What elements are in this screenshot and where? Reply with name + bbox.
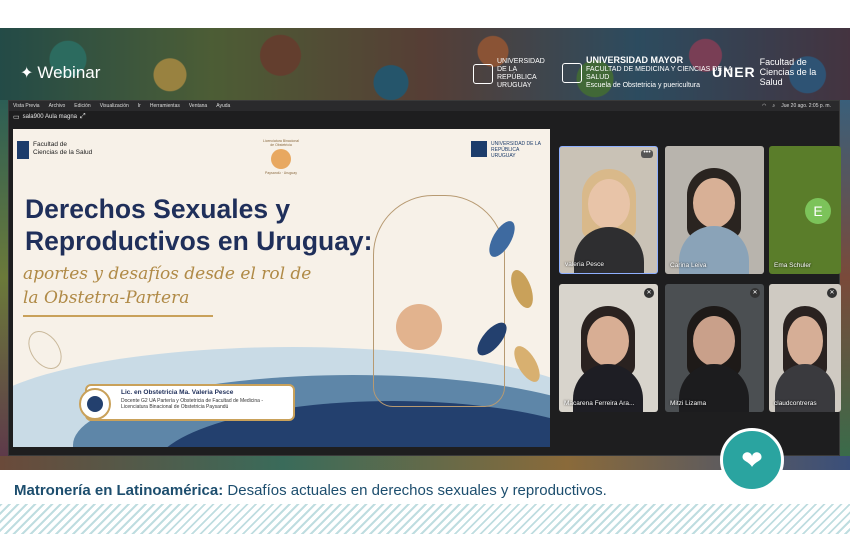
more-options-icon[interactable]: ••• <box>641 149 653 158</box>
participant-tile[interactable]: Carina Leiva <box>665 146 764 274</box>
wifi-icon[interactable]: ◠ <box>762 103 766 109</box>
udelar-crest-icon <box>473 64 493 84</box>
participant-face <box>693 178 735 228</box>
slide-title-line1: Derechos Sexuales y <box>25 194 291 224</box>
clock: Jue 20 ago. 2:05 p. m. <box>781 103 831 109</box>
menu-ir[interactable]: Ir <box>138 103 141 109</box>
uner-faculty: Facultad de Ciencias de la Salud <box>759 57 817 87</box>
menu-ayuda[interactable]: Ayuda <box>216 103 230 109</box>
participant-tile[interactable]: ✕ claudcontreras <box>769 284 841 412</box>
mic-muted-icon: ✕ <box>750 288 760 298</box>
logo-umayor: UNIVERSIDAD MAYOR FACULTAD DE MEDICINA Y… <box>562 56 734 90</box>
zoom-window: Vista Previa Archivo Edición Visualizaci… <box>8 100 841 456</box>
mic-muted-icon: ✕ <box>827 288 837 298</box>
participant-name: claudcontreras <box>774 400 817 407</box>
udelar-seal-icon <box>79 388 111 420</box>
participant-tile[interactable]: E Ema Schuler <box>769 146 841 274</box>
menu-edicion[interactable]: Edición <box>74 103 90 109</box>
slide-header-left: Facultad de Ciencias de la Salud <box>17 141 93 159</box>
uner-logo-icon <box>17 141 29 159</box>
menu-bar: Vista Previa Archivo Edición Visualizaci… <box>9 101 839 111</box>
menu-herramientas[interactable]: Herramientas <box>150 103 180 109</box>
presenter-description: Docente G2 UA Partería y Obstetricia de … <box>121 398 264 410</box>
leaf-outline-icon <box>21 324 69 376</box>
uner-name: UNER <box>712 64 756 80</box>
sparkle-icon: ✦ <box>20 65 34 82</box>
udelar-text: UNIVERSIDAD DE LA REPÚBLICA URUGUAY <box>497 58 545 89</box>
participant-initial-avatar: E <box>805 198 831 224</box>
participant-name: Macarena Ferreira Ara... <box>564 400 635 407</box>
slide-header-left-text: Facultad de Ciencias de la Salud <box>33 141 93 156</box>
side-artwork-left <box>0 100 8 456</box>
mic-muted-icon: ✕ <box>644 288 654 298</box>
menu-archivo[interactable]: Archivo <box>49 103 66 109</box>
slide-header-center-text: Licenciatura Binacional de Obstetricia <box>263 139 299 147</box>
caption-rest: Desafíos actuales en derechos sexuales y… <box>223 482 607 499</box>
presenter-name: Lic. en Obstetricia Ma. Valeria Pesce <box>121 389 234 396</box>
slide-subtitle-line2: la Obstetra-Partera <box>23 288 190 308</box>
participant-tile[interactable]: ✕ Macarena Ferreira Ara... <box>559 284 658 412</box>
caption-text: Matronería en Latinoamérica: Desafíos ac… <box>14 482 607 499</box>
room-name-text: sala900 Aula magna <box>22 114 77 120</box>
hatch-pattern <box>0 504 850 534</box>
menu-vista-previa[interactable]: Vista Previa <box>13 103 40 109</box>
presenter-card: Lic. en Obstetricia Ma. Valeria Pesce Do… <box>79 384 295 421</box>
umayor-shield-icon <box>562 63 582 83</box>
participant-name: Mitzi Lizama <box>670 400 707 407</box>
slide-title: Derechos Sexuales y Reproductivos en Uru… <box>25 193 373 257</box>
umayor-name: UNIVERSIDAD MAYOR <box>586 55 684 65</box>
menu-visualizacion[interactable]: Visualización <box>100 103 129 109</box>
participant-tile[interactable]: ✕ Mitzi Lizama <box>665 284 764 412</box>
participant-face <box>588 179 630 229</box>
slide-header-center: Licenciatura Binacional de Obstetricia P… <box>261 139 301 175</box>
slide-header-center-sub: Paysandú · Uruguay <box>265 171 297 175</box>
logo-uner: UNER Facultad de Ciencias de la Salud <box>712 57 830 87</box>
leaf-icon <box>506 267 538 311</box>
caption-bold: Matronería en Latinoamérica: <box>14 482 224 499</box>
search-icon[interactable]: ⌕ <box>772 103 775 109</box>
udelar-logo-icon <box>471 141 487 157</box>
expand-icon[interactable]: ⤢ <box>80 113 86 121</box>
baby-illustration <box>396 304 442 350</box>
umayor-dept: Escuela de Obstetricia y puericultura <box>586 82 700 89</box>
participant-face <box>693 316 735 366</box>
presentation-slide: Facultad de Ciencias de la Salud Licenci… <box>13 129 550 447</box>
slide-subtitle: aportes y desafíos desde el rol de la Ob… <box>23 262 311 310</box>
subtitle-underline <box>23 315 213 317</box>
slide-header-right-text: UNIVERSIDAD DE LA REPÚBLICA URUGUAY <box>491 141 541 159</box>
participant-name: Ema Schuler <box>774 262 812 269</box>
participant-tile[interactable]: ••• valeria Pesce <box>559 146 658 274</box>
hands-heart-logo-icon: ❤ <box>720 428 784 492</box>
participant-name: valeria Pesce <box>565 261 605 268</box>
licenciatura-crest-icon <box>271 149 291 169</box>
slide-header-right: UNIVERSIDAD DE LA REPÚBLICA URUGUAY <box>471 141 541 159</box>
webinar-text: Webinar <box>37 63 101 82</box>
menu-ventana[interactable]: Ventana <box>189 103 207 109</box>
room-name: ▭ sala900 Aula magna ⤢ <box>13 113 86 121</box>
slide-subtitle-line1: aportes y desafíos desde el rol de <box>23 264 312 284</box>
umayor-sub: FACULTAD DE MEDICINA Y CIENCIAS DE LA SA… <box>586 66 733 81</box>
webinar-label: ✦ Webinar <box>20 63 100 83</box>
participant-name: Carina Leiva <box>670 262 707 269</box>
participant-face <box>787 316 823 366</box>
logo-udelar: UNIVERSIDAD DE LA REPÚBLICA URUGUAY <box>473 58 545 90</box>
pregnant-woman-illustration <box>373 195 505 407</box>
slide-title-line2: Reproductivos en Uruguay: <box>25 226 373 256</box>
webinar-screenshot: ✦ Webinar UNIVERSIDAD DE LA REPÚBLICA UR… <box>0 0 850 560</box>
room-icon: ▭ <box>13 114 20 121</box>
participant-face <box>587 316 629 366</box>
